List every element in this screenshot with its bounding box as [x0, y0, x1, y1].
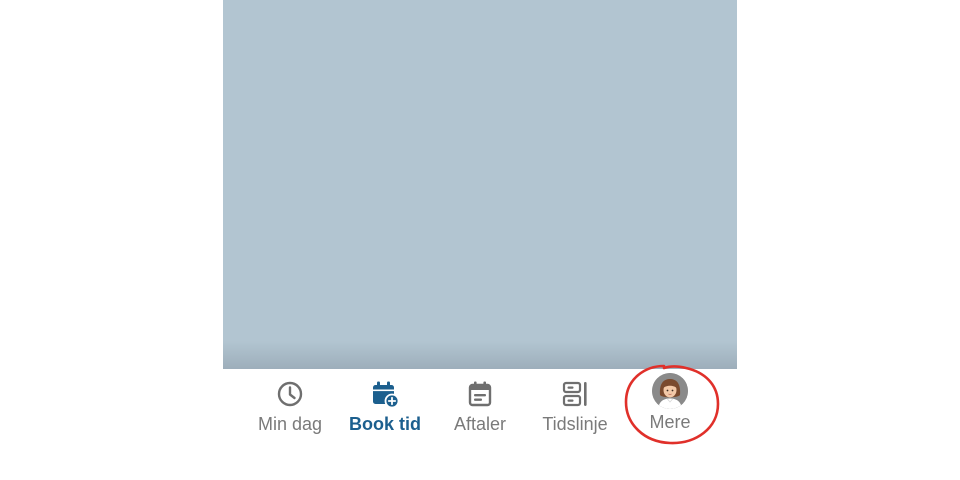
clock-icon — [277, 381, 303, 407]
calendar-add-icon — [373, 381, 400, 409]
tab-tidslinje[interactable]: Tidslinje — [525, 379, 625, 439]
tab-label: Mere — [649, 412, 691, 432]
bottom-tab-bar: Min dag Book tid Aftaler Tidslinje Mere — [223, 369, 737, 480]
tab-label: Book tid — [349, 414, 421, 434]
avatar — [652, 373, 688, 409]
user-avatar-icon — [652, 373, 688, 409]
timeline-icon — [562, 381, 587, 407]
tab-mere[interactable]: Mere — [620, 373, 720, 439]
tab-label: Aftaler — [453, 414, 507, 434]
tab-min-dag[interactable]: Min dag — [240, 379, 340, 439]
main-content-area — [223, 0, 737, 369]
tab-label: Tidslinje — [542, 414, 608, 434]
tab-book-tid[interactable]: Book tid — [335, 379, 435, 439]
tab-label: Min dag — [257, 414, 323, 434]
tab-aftaler[interactable]: Aftaler — [430, 379, 530, 439]
calendar-list-icon — [468, 381, 492, 407]
